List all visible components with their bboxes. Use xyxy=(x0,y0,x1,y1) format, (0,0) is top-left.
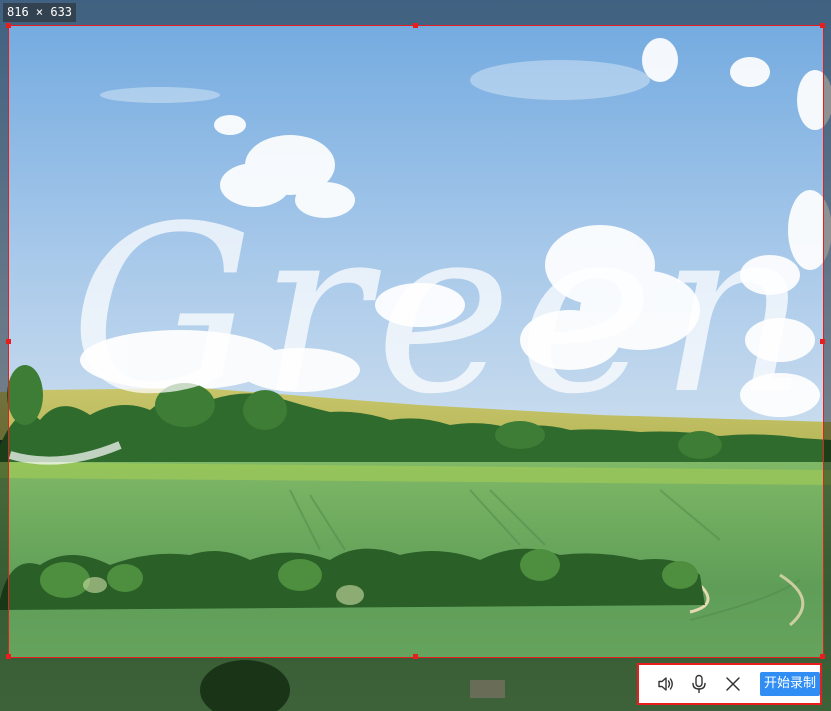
speaker-icon xyxy=(658,677,673,691)
resize-handle-bottom-left[interactable] xyxy=(6,654,11,659)
start-recording-button[interactable]: 开始录制 xyxy=(759,672,820,696)
selection-size-label: 816 × 633 xyxy=(3,3,77,22)
recording-toolbar: 开始录制 xyxy=(637,663,822,705)
close-button[interactable] xyxy=(716,669,750,699)
screen-recorder-overlay: Green 816 × 633 开始录制 xyxy=(0,0,831,711)
resize-handle-left[interactable] xyxy=(6,339,11,344)
close-icon xyxy=(726,677,740,691)
microphone-icon xyxy=(692,674,707,694)
resize-handle-top-left[interactable] xyxy=(6,23,11,28)
resize-handle-top[interactable] xyxy=(413,23,418,28)
dim-overlay-top xyxy=(0,0,831,25)
capture-selection-frame[interactable] xyxy=(8,25,824,658)
resize-handle-top-right[interactable] xyxy=(820,23,825,28)
resize-handle-bottom-right[interactable] xyxy=(820,654,825,659)
speaker-button[interactable] xyxy=(649,669,683,699)
microphone-button[interactable] xyxy=(683,669,717,699)
resize-handle-right[interactable] xyxy=(820,339,825,344)
resize-handle-bottom[interactable] xyxy=(413,654,418,659)
dim-overlay-right xyxy=(824,25,831,658)
